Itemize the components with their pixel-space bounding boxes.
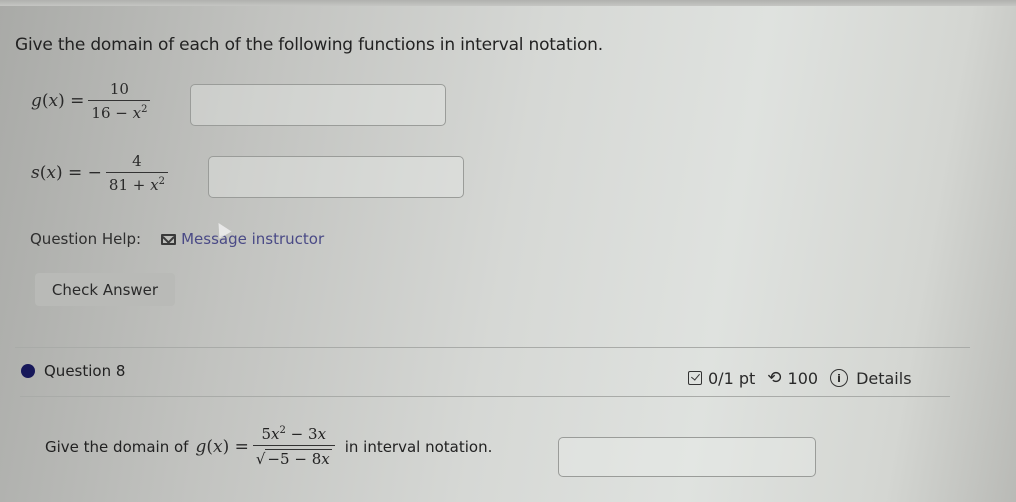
message-instructor-link[interactable]: Message instructor xyxy=(181,230,324,248)
question-8-text-before: Give the domain of xyxy=(45,437,189,456)
question-8-text: Give the domain of g(x) = 5x2 − 3x √ −5 −… xyxy=(45,425,492,468)
answer-input-q8[interactable] xyxy=(558,437,816,477)
denominator: √ −5 − 8x xyxy=(252,445,335,468)
function-g: g(x) = 10 16 − x2 xyxy=(31,80,154,122)
square-root: √ −5 − 8x xyxy=(255,449,332,468)
answer-input-g[interactable] xyxy=(190,84,446,126)
question-8-title: Question 8 xyxy=(44,362,126,380)
question-help: Question Help: Message instructor xyxy=(30,230,324,248)
answer-input-s[interactable] xyxy=(208,156,464,198)
question-8-meta: 0/1 pt ⟲ 100 i Details xyxy=(688,368,912,388)
numerator: 10 xyxy=(109,80,129,98)
check-answer-button[interactable]: Check Answer xyxy=(35,273,175,306)
score-checkbox-icon xyxy=(688,371,702,385)
info-icon[interactable]: i xyxy=(830,369,849,387)
mail-icon xyxy=(161,233,177,245)
numerator: 5x2 − 3x xyxy=(261,425,327,443)
question-prompt: Give the domain of each of the following… xyxy=(15,35,603,55)
question-status-dot xyxy=(21,364,35,378)
divider xyxy=(20,396,950,397)
function-s-fraction: 4 81 + x2 xyxy=(105,152,168,194)
function-s: s(x) = − 4 81 + x2 xyxy=(31,152,172,194)
details-link[interactable]: Details xyxy=(856,369,911,388)
denominator: 81 + x2 xyxy=(105,172,168,194)
function-g-lhs: g(x) = xyxy=(31,91,85,111)
divider xyxy=(15,347,970,348)
function-s-lhs: s(x) = − xyxy=(31,163,102,183)
question-help-label: Question Help: xyxy=(30,230,142,248)
question-8-lhs: g(x) = xyxy=(195,436,249,457)
screen-top-edge xyxy=(0,0,1016,6)
question-retries: 100 xyxy=(787,368,819,388)
question-score: 0/1 pt xyxy=(708,368,756,388)
question-8-fraction: 5x2 − 3x √ −5 − 8x xyxy=(252,425,335,468)
denominator: 16 − x2 xyxy=(88,100,151,122)
question-8-text-after: in interval notation. xyxy=(344,437,493,456)
numerator: 4 xyxy=(132,152,142,170)
function-g-fraction: 10 16 − x2 xyxy=(88,80,151,122)
retry-icon: ⟲ xyxy=(767,368,782,388)
